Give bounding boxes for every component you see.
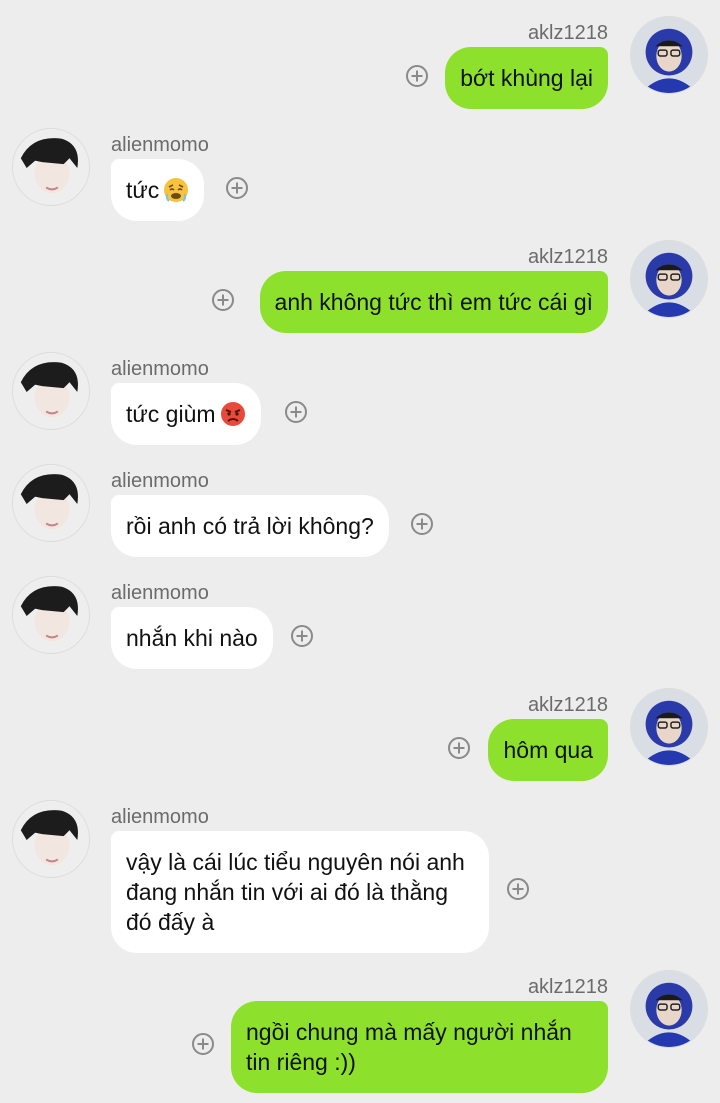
message-bubble[interactable]: bớt khùng lại — [445, 47, 608, 109]
avatar[interactable] — [12, 128, 90, 206]
contact-avatar-icon — [13, 465, 89, 541]
sender-name: alienmomo — [111, 582, 209, 604]
add-reaction-icon[interactable] — [448, 737, 470, 759]
message-text: nhắn khi nào — [126, 625, 258, 651]
message-text: hôm qua — [503, 737, 593, 763]
message-bubble[interactable]: vậy là cái lúc tiểu nguyên nói anh đang … — [111, 831, 489, 953]
message-text: bớt khùng lại — [460, 65, 593, 91]
message-bubble[interactable]: rồi anh có trả lời không? — [111, 495, 389, 557]
user-avatar-icon — [631, 241, 707, 317]
avatar[interactable] — [12, 464, 90, 542]
message-text: ngồi chung mà mấy người nhắn tin riêng :… — [246, 1019, 572, 1075]
avatar[interactable] — [630, 970, 708, 1048]
tired-face-emoji — [164, 178, 189, 202]
sender-name: aklz1218 — [527, 976, 608, 998]
add-reaction-icon[interactable] — [411, 513, 433, 535]
message-text: anh không tức thì em tức cái gì — [274, 289, 593, 315]
add-reaction-icon[interactable] — [192, 1033, 214, 1055]
message-text: rồi anh có trả lời không? — [126, 513, 374, 539]
message-bubble[interactable]: tức giùm — [111, 383, 261, 445]
contact-avatar-icon — [13, 129, 89, 205]
avatar[interactable] — [630, 16, 708, 94]
sender-name: aklz1218 — [527, 246, 608, 268]
add-reaction-icon[interactable] — [291, 625, 313, 647]
message-text: tức giùm — [126, 401, 216, 427]
add-reaction-icon[interactable] — [226, 177, 248, 199]
avatar[interactable] — [12, 576, 90, 654]
message-text: vậy là cái lúc tiểu nguyên nói anh đang … — [126, 849, 465, 935]
avatar[interactable] — [630, 688, 708, 766]
sender-name: aklz1218 — [527, 22, 608, 44]
message-bubble[interactable]: anh không tức thì em tức cái gì — [259, 271, 608, 333]
message-text: tức — [126, 177, 160, 203]
avatar[interactable] — [12, 800, 90, 878]
angry-face-emoji — [220, 402, 245, 426]
message-bubble[interactable]: ngồi chung mà mấy người nhắn tin riêng :… — [231, 1001, 608, 1093]
sender-name: aklz1218 — [527, 694, 608, 716]
message-bubble[interactable]: nhắn khi nào — [111, 607, 273, 669]
add-reaction-icon[interactable] — [285, 401, 307, 423]
avatar[interactable] — [12, 352, 90, 430]
sender-name: alienmomo — [111, 358, 209, 380]
add-reaction-icon[interactable] — [212, 289, 234, 311]
avatar[interactable] — [630, 240, 708, 318]
add-reaction-icon[interactable] — [406, 65, 428, 87]
sender-name: alienmomo — [111, 470, 209, 492]
message-bubble[interactable]: tức — [111, 159, 205, 221]
message-bubble[interactable]: hôm qua — [488, 719, 608, 781]
user-avatar-icon — [631, 971, 707, 1047]
contact-avatar-icon — [13, 801, 89, 877]
contact-avatar-icon — [13, 577, 89, 653]
contact-avatar-icon — [13, 353, 89, 429]
user-avatar-icon — [631, 17, 707, 93]
user-avatar-icon — [631, 689, 707, 765]
sender-name: alienmomo — [111, 806, 209, 828]
sender-name: alienmomo — [111, 134, 209, 156]
add-reaction-icon[interactable] — [507, 878, 529, 900]
